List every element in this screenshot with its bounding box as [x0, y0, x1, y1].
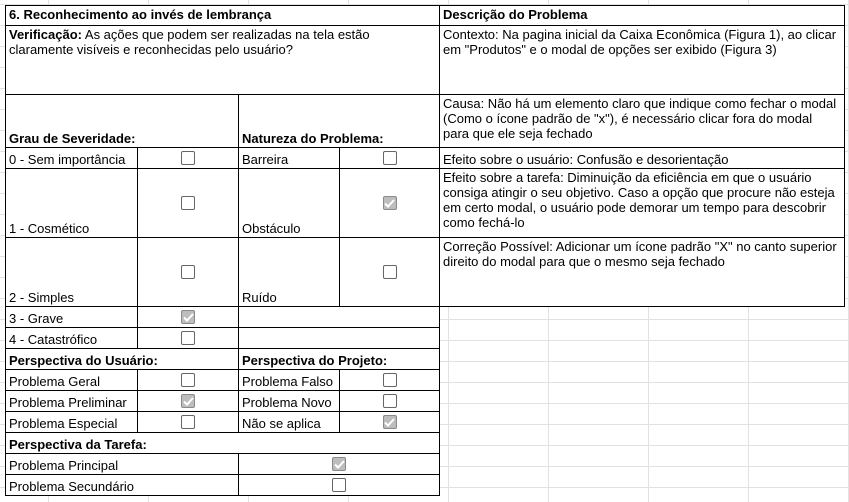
checkmark-icon: [182, 312, 194, 322]
severity-check-cell-4[interactable]: [137, 327, 239, 349]
project-perspective-checkbox-1[interactable]: [382, 394, 397, 408]
user-perspective-checkbox-1[interactable]: [181, 394, 195, 408]
description-context: Contexto: Na pagina inicial da Caixa Eco…: [439, 25, 845, 95]
severity-checkbox-1[interactable]: [181, 196, 195, 210]
severity-check-cell-2[interactable]: [137, 237, 239, 307]
nature-label-0: Barreira: [238, 147, 340, 169]
task-perspective-label-0: Problema Principal: [5, 453, 239, 475]
project-perspective-checkbox-0[interactable]: [382, 373, 397, 387]
task-perspective-label-1: Problema Secundário: [5, 474, 239, 496]
task-perspective-check-cell-1[interactable]: [238, 474, 440, 496]
nature-checkbox-2[interactable]: [382, 265, 397, 279]
severity-checkbox-0[interactable]: [181, 151, 195, 165]
checkmark-icon: [384, 198, 395, 208]
description-effect-user: Efeito sobre o usuário: Confusão e desor…: [439, 147, 845, 169]
description-header: Descrição do Problema: [439, 5, 845, 26]
nature-label-2: Ruído: [238, 237, 340, 307]
user-perspective-check-cell-0[interactable]: [137, 369, 239, 391]
user-perspective-check-cell-1[interactable]: [137, 390, 239, 412]
user-perspective-check-cell-2[interactable]: [137, 411, 239, 433]
severity-label-4: 4 - Catastrófico: [5, 327, 138, 349]
user-perspective-label-2: Problema Especial: [5, 411, 138, 433]
task-perspective-header: Perspectiva da Tarefa:: [5, 432, 440, 454]
nature-checkbox-0[interactable]: [382, 151, 397, 165]
task-perspective-check-cell-0[interactable]: [238, 453, 440, 475]
severity-label-3: 3 - Grave: [5, 306, 138, 328]
severity-check-cell-3[interactable]: [137, 306, 239, 328]
severity-label-0: 0 - Sem importância: [5, 147, 138, 169]
nature-label-1: Obstáculo: [238, 168, 340, 238]
checkmark-icon: [384, 417, 395, 427]
project-perspective-header: Perspectiva do Projeto:: [238, 348, 440, 370]
nature-check-cell-0[interactable]: [339, 147, 440, 169]
project-perspective-check-cell-2[interactable]: [339, 411, 440, 433]
empty-cell: [238, 306, 440, 328]
task-perspective-checkbox-1[interactable]: [332, 478, 346, 492]
nature-header: Natureza do Problema:: [238, 94, 440, 148]
severity-label-2: 2 - Simples: [5, 237, 138, 307]
severity-check-cell-0[interactable]: [137, 147, 239, 169]
nature-checkbox-1[interactable]: [382, 196, 397, 210]
nature-check-cell-1[interactable]: [339, 168, 440, 238]
user-perspective-checkbox-0[interactable]: [181, 373, 195, 387]
project-perspective-label-1: Problema Novo: [238, 390, 340, 412]
project-perspective-label-2: Não se aplica: [238, 411, 340, 433]
nature-check-cell-2[interactable]: [339, 237, 440, 307]
project-perspective-check-cell-0[interactable]: [339, 369, 440, 391]
severity-label-1: 1 - Cosmético: [5, 168, 138, 238]
severity-checkbox-3[interactable]: [181, 310, 195, 324]
project-perspective-checkbox-2[interactable]: [382, 415, 397, 429]
user-perspective-label-0: Problema Geral: [5, 369, 138, 391]
description-cause: Causa: Não há um elemento claro que indi…: [439, 94, 845, 148]
section-title: 6. Reconhecimento ao invés de lembrança: [5, 5, 440, 26]
user-perspective-label-1: Problema Preliminar: [5, 390, 138, 412]
checkmark-icon: [182, 396, 194, 406]
project-perspective-check-cell-1[interactable]: [339, 390, 440, 412]
user-perspective-header: Perspectiva do Usuário:: [5, 348, 239, 370]
severity-checkbox-2[interactable]: [181, 265, 195, 279]
description-effect-task: Efeito sobre a tarefa: Diminuição da efi…: [439, 168, 845, 238]
severity-check-cell-1[interactable]: [137, 168, 239, 238]
verification-cell: Verificação: As ações que podem ser real…: [5, 25, 440, 95]
checkmark-icon: [333, 459, 345, 469]
description-correction: Correção Possível: Adicionar um ícone pa…: [439, 237, 845, 307]
severity-header: Grau de Severidade:: [5, 94, 239, 148]
severity-checkbox-4[interactable]: [181, 331, 195, 345]
project-perspective-label-0: Problema Falso: [238, 369, 340, 391]
verification-label: Verificação:: [9, 27, 82, 42]
user-perspective-checkbox-2[interactable]: [181, 415, 195, 429]
empty-cell: [238, 327, 440, 349]
task-perspective-checkbox-0[interactable]: [332, 457, 346, 471]
